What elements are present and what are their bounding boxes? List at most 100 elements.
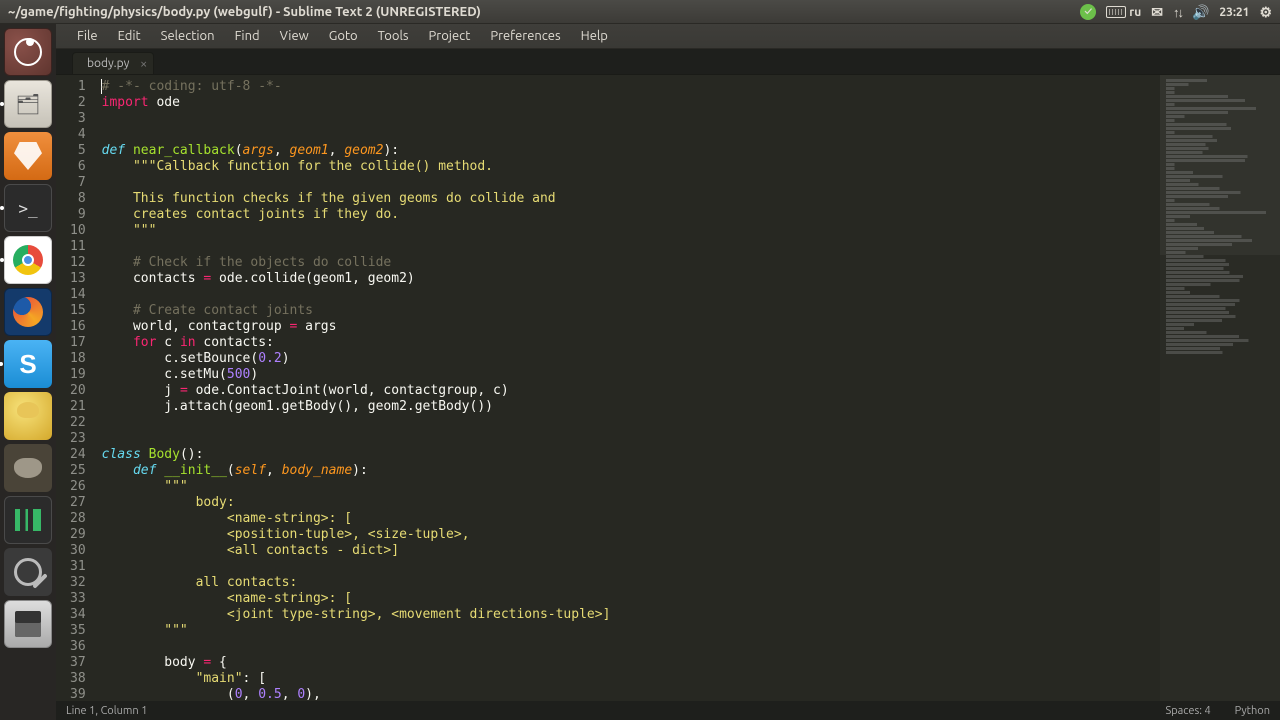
code-line[interactable]: <joint type-string>, <movement direction… xyxy=(102,607,1160,623)
running-pip-icon xyxy=(0,206,4,210)
line-number: 4 xyxy=(70,127,86,143)
system-indicators: ✓ ru ✉ ↑↓ 🔊 23:21 ⚙ xyxy=(1080,0,1272,24)
launcher-lamp[interactable] xyxy=(4,392,52,440)
code-line[interactable]: for c in contacts: xyxy=(102,335,1160,351)
code-line[interactable]: (0, 0.5, 0), xyxy=(102,687,1160,701)
line-number: 7 xyxy=(70,175,86,191)
code-line[interactable]: contacts = ode.collide(geom1, geom2) xyxy=(102,271,1160,287)
code-line[interactable]: # -*- coding: utf-8 -*- xyxy=(102,79,1160,95)
code-line[interactable]: def near_callback(args, geom1, geom2): xyxy=(102,143,1160,159)
code-line[interactable] xyxy=(102,559,1160,575)
code-line[interactable] xyxy=(102,127,1160,143)
code-line[interactable]: """ xyxy=(102,223,1160,239)
line-number: 37 xyxy=(70,655,86,671)
code-line[interactable]: # Create contact joints xyxy=(102,303,1160,319)
code-line[interactable]: def __init__(self, body_name): xyxy=(102,463,1160,479)
code-line[interactable]: <name-string>: [ xyxy=(102,591,1160,607)
line-number: 31 xyxy=(70,559,86,575)
line-number: 6 xyxy=(70,159,86,175)
status-indent[interactable]: Spaces: 4 xyxy=(1165,705,1210,717)
menu-help[interactable]: Help xyxy=(572,26,617,46)
menu-view[interactable]: View xyxy=(271,26,318,46)
menu-selection[interactable]: Selection xyxy=(152,26,224,46)
launcher-firefox[interactable] xyxy=(4,288,52,336)
launcher-skype[interactable] xyxy=(4,340,52,388)
minimap-content xyxy=(1166,79,1274,355)
running-pip-icon xyxy=(0,362,3,366)
update-ok-icon[interactable]: ✓ xyxy=(1080,4,1096,20)
line-number: 13 xyxy=(70,271,86,287)
code-line[interactable] xyxy=(102,639,1160,655)
code-line[interactable]: c.setMu(500) xyxy=(102,367,1160,383)
code-line[interactable]: "main": [ xyxy=(102,671,1160,687)
running-pip-icon xyxy=(0,102,4,106)
menu-file[interactable]: File xyxy=(68,26,107,46)
menu-find[interactable]: Find xyxy=(226,26,269,46)
launcher-software-center[interactable] xyxy=(4,132,52,180)
code-line[interactable]: body: xyxy=(102,495,1160,511)
unity-launcher: 🗂 xyxy=(0,24,56,720)
network-icon[interactable]: ↑↓ xyxy=(1173,5,1182,20)
session-gear-icon[interactable]: ⚙ xyxy=(1259,4,1272,21)
line-number: 14 xyxy=(70,287,86,303)
app-menubar: File Edit Selection Find View Goto Tools… xyxy=(0,24,1280,49)
code-line[interactable]: all contacts: xyxy=(102,575,1160,591)
status-syntax[interactable]: Python xyxy=(1235,705,1270,717)
launcher-system-monitor[interactable] xyxy=(4,496,52,544)
launcher-dash[interactable] xyxy=(4,28,52,76)
menu-tools[interactable]: Tools xyxy=(369,26,418,46)
tab-body-py[interactable]: body.py × xyxy=(72,52,154,74)
code-line[interactable]: import ode xyxy=(102,95,1160,111)
code-line[interactable] xyxy=(102,431,1160,447)
menu-goto[interactable]: Goto xyxy=(320,26,367,46)
minimap[interactable] xyxy=(1160,75,1280,701)
line-number: 21 xyxy=(70,399,86,415)
code-line[interactable]: j = ode.ContactJoint(world, contactgroup… xyxy=(102,383,1160,399)
code-line[interactable]: This function checks if the given geoms … xyxy=(102,191,1160,207)
line-number: 32 xyxy=(70,575,86,591)
code-line[interactable] xyxy=(102,239,1160,255)
code-line[interactable]: # Check if the objects do collide xyxy=(102,255,1160,271)
launcher-files[interactable]: 🗂 xyxy=(4,80,52,128)
code-line[interactable]: <all contacts - dict>] xyxy=(102,543,1160,559)
menu-edit[interactable]: Edit xyxy=(109,26,150,46)
code-line[interactable] xyxy=(102,415,1160,431)
line-number: 5 xyxy=(70,143,86,159)
code-line[interactable]: c.setBounce(0.2) xyxy=(102,351,1160,367)
code-content[interactable]: # -*- coding: utf-8 -*-import ode def ne… xyxy=(96,75,1160,701)
code-line[interactable]: """ xyxy=(102,479,1160,495)
code-line[interactable]: """ xyxy=(102,623,1160,639)
line-number: 9 xyxy=(70,207,86,223)
code-line[interactable]: """Callback function for the collide() m… xyxy=(102,159,1160,175)
line-number: 24 xyxy=(70,447,86,463)
keyboard-indicator[interactable]: ru xyxy=(1106,6,1141,19)
code-line[interactable]: world, contactgroup = args xyxy=(102,319,1160,335)
line-number: 2 xyxy=(70,95,86,111)
line-number: 8 xyxy=(70,191,86,207)
code-line[interactable] xyxy=(102,175,1160,191)
clock[interactable]: 23:21 xyxy=(1219,6,1249,19)
code-line[interactable]: class Body(): xyxy=(102,447,1160,463)
menu-project[interactable]: Project xyxy=(420,26,480,46)
launcher-calculator[interactable] xyxy=(4,600,52,648)
volume-icon[interactable]: 🔊 xyxy=(1192,4,1209,21)
menu-preferences[interactable]: Preferences xyxy=(481,26,569,46)
messaging-icon[interactable]: ✉ xyxy=(1151,4,1163,21)
code-line[interactable] xyxy=(102,287,1160,303)
code-line[interactable]: <name-string>: [ xyxy=(102,511,1160,527)
line-number: 28 xyxy=(70,511,86,527)
code-line[interactable]: <position-tuple>, <size-tuple>, xyxy=(102,527,1160,543)
status-position[interactable]: Line 1, Column 1 xyxy=(66,705,147,717)
status-bar: Line 1, Column 1 Spaces: 4 Python xyxy=(56,701,1280,720)
code-line[interactable] xyxy=(102,111,1160,127)
launcher-terminal[interactable] xyxy=(4,184,52,232)
code-line[interactable]: body = { xyxy=(102,655,1160,671)
launcher-chrome[interactable] xyxy=(4,236,52,284)
line-number: 30 xyxy=(70,543,86,559)
launcher-gimp[interactable] xyxy=(4,444,52,492)
launcher-settings[interactable] xyxy=(4,548,52,596)
close-icon[interactable]: × xyxy=(140,57,147,71)
code-line[interactable]: j.attach(geom1.getBody(), geom2.getBody(… xyxy=(102,399,1160,415)
code-line[interactable]: creates contact joints if they do. xyxy=(102,207,1160,223)
keyboard-layout-label: ru xyxy=(1129,6,1141,19)
